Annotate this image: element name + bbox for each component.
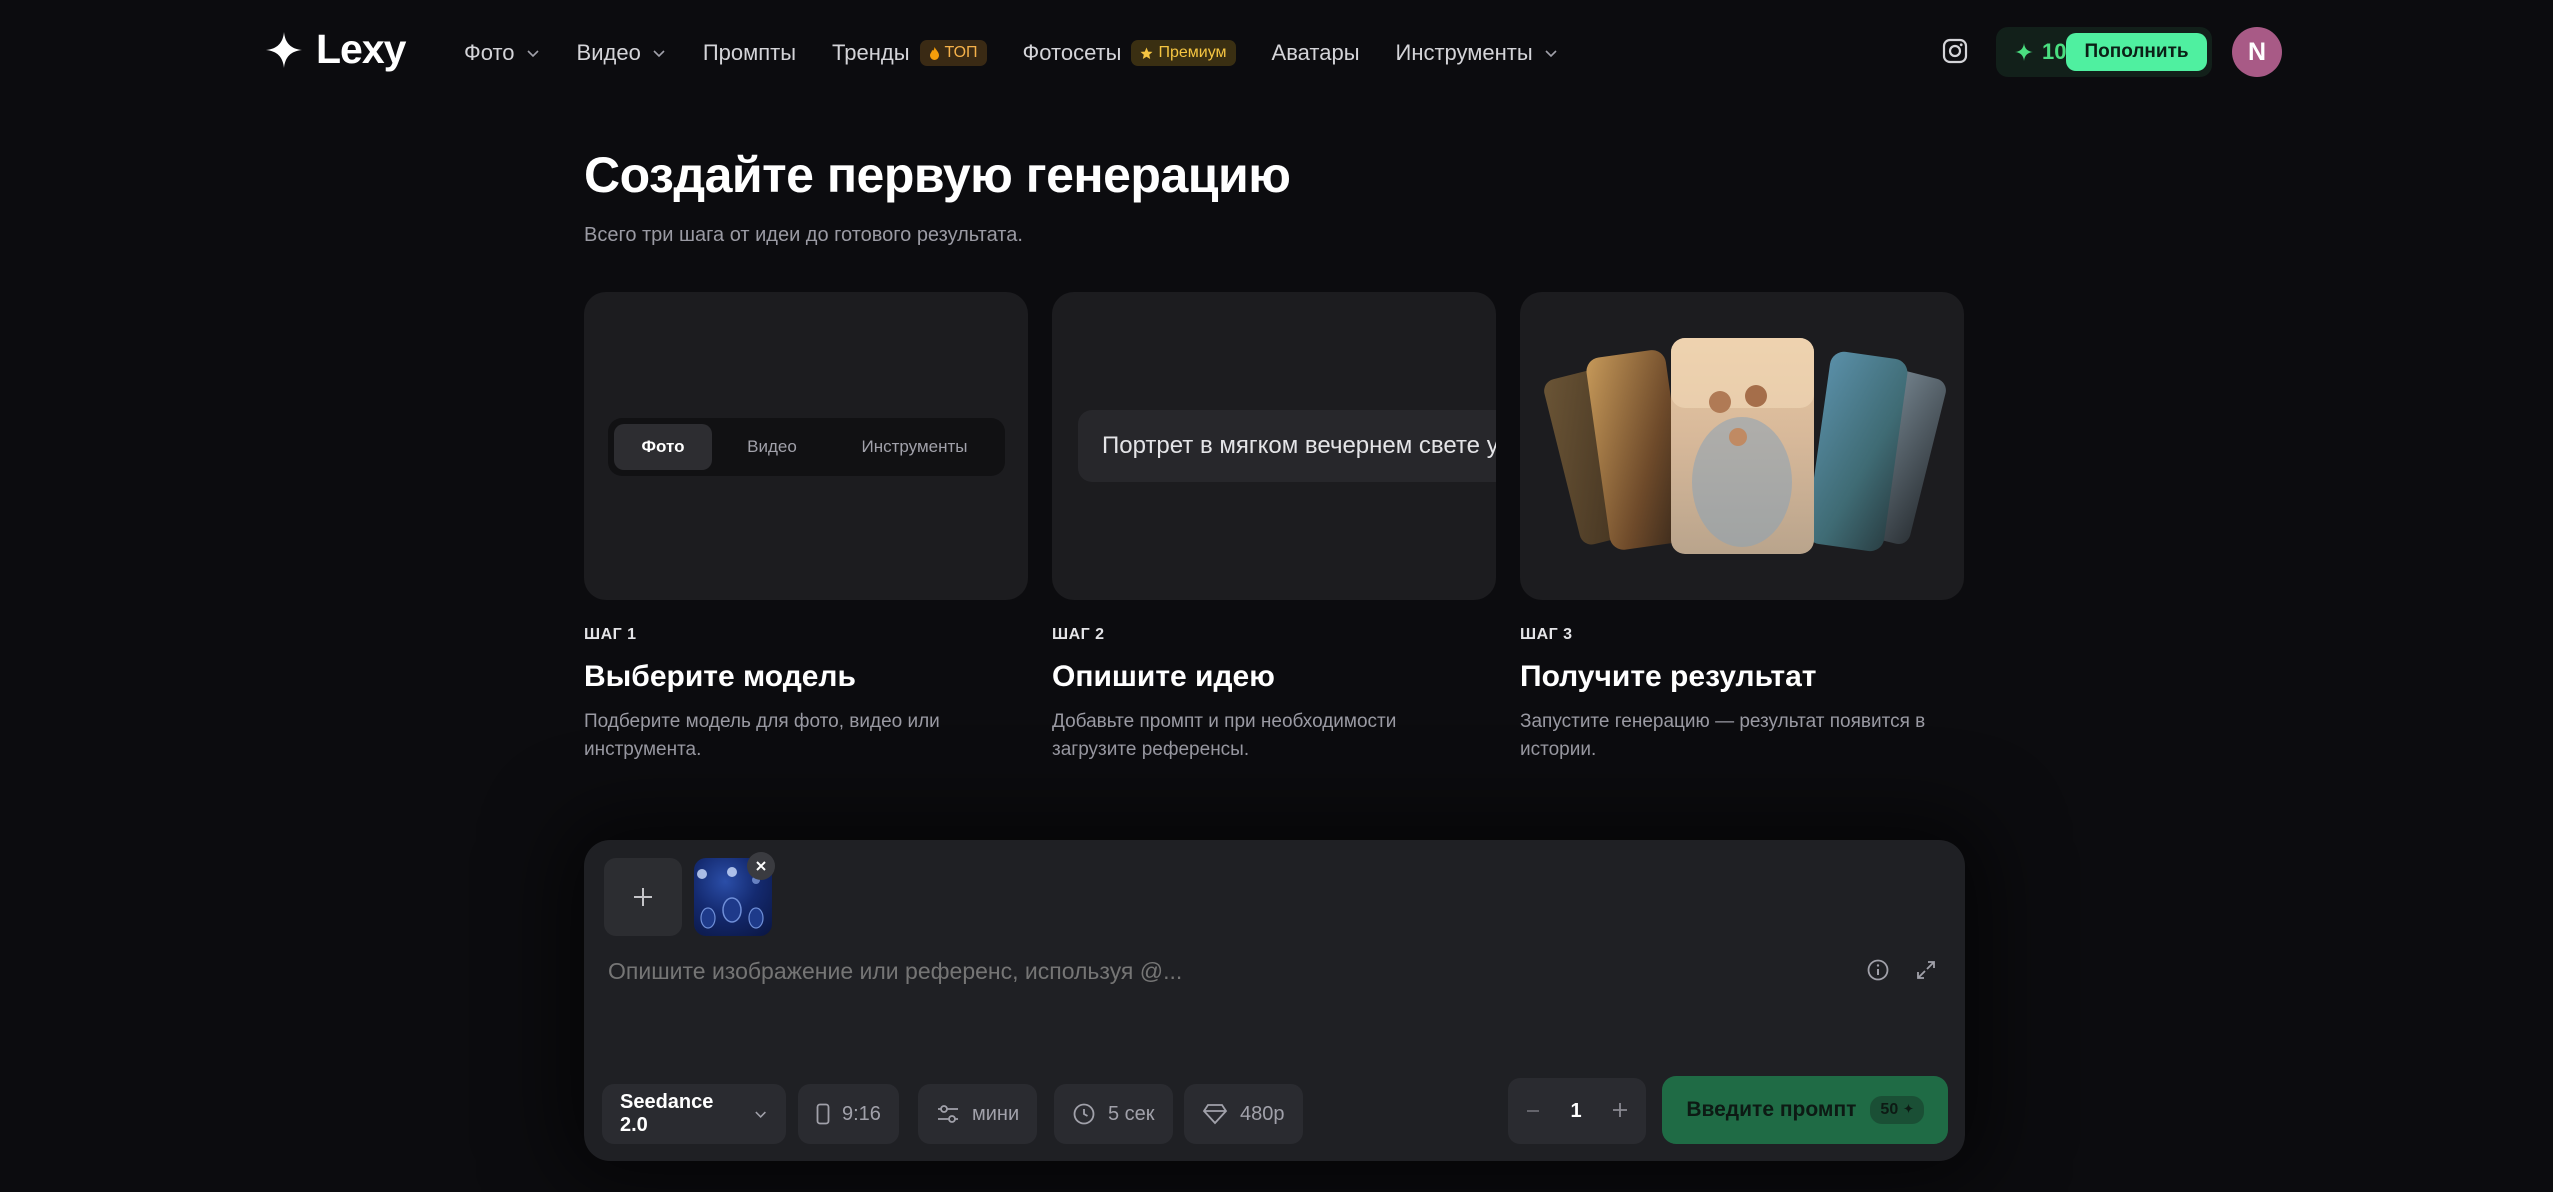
add-reference-button[interactable] [604,858,682,936]
sparkle-icon [266,31,302,68]
fire-icon [929,46,939,60]
page-subtitle: Всего три шага от идеи до готового резул… [584,224,1023,246]
nav-tools-label: Инструменты [1395,40,1533,65]
step-3-label: ШАГ 3 [1520,626,1573,643]
logo[interactable]: Lexy [264,26,406,73]
credits-widget: 10 Пополнить [1996,27,2212,77]
nav-photosets[interactable]: Фотосеты Премиум [1023,40,1236,66]
nav-video-label: Видео [576,40,641,65]
step-3-title: Получите результат [1520,660,1817,693]
diamond-icon [1202,1104,1228,1125]
nav-photosets-label: Фотосеты [1022,40,1122,65]
main-nav: Фото Видео Промпты Тренды ТОП Фотосеты П… [464,0,1595,106]
prompt-composer: Seedance 2.0 9:16 мини 5 сек 480p 1 [584,840,1965,1161]
sliders-icon [938,1105,958,1123]
generate-button[interactable]: Введите промпт 50 [1662,1076,1948,1144]
phone-icon [816,1103,830,1125]
step-2-label: ШАГ 2 [1052,626,1105,643]
clock-icon [1073,1103,1095,1125]
top-header: Lexy Фото Видео Промпты Тренды ТОП Фотос… [0,0,2553,106]
nav-tools[interactable]: Инструменты [1396,40,1559,66]
step-1-card: Фото Видео Инструменты [584,292,1028,600]
close-icon [756,861,766,871]
mode-select[interactable]: мини [918,1084,1038,1144]
generate-button-label: Введите промпт [1686,1098,1857,1121]
step-2-desc: Добавьте промпт и при необходимости загр… [1052,711,1397,760]
step-2-title: Опишите идею [1052,660,1275,693]
avatar[interactable]: N [2232,27,2282,77]
segment-tools[interactable]: Инструменты [832,424,997,470]
top-badge-label: ТОП [944,44,978,61]
prompt-input[interactable] [608,958,1808,985]
mode-label: мини [972,1102,1020,1125]
nav-trends[interactable]: Тренды ТОП [832,40,987,66]
aspect-ratio-label: 9:16 [842,1102,881,1125]
sparkle-icon [2015,43,2033,61]
increment-button[interactable] [1612,1097,1628,1125]
nav-photo[interactable]: Фото [464,40,541,66]
topup-button[interactable]: Пополнить [2066,33,2207,71]
credits-balance: 10 [2014,39,2066,65]
cost-badge: 50 [1870,1096,1924,1124]
brand-name: Lexy [316,26,406,72]
sparkle-icon [1903,1103,1914,1114]
result-photos-fan [1544,338,1946,554]
minus-icon [1527,1110,1539,1112]
nav-prompts-label: Промпты [702,40,797,65]
chevron-down-icon [526,50,539,58]
resolution-label: 480p [1240,1102,1285,1125]
expand-icon[interactable] [1914,958,1938,982]
premium-badge-label: Премиум [1158,44,1227,61]
step-3-desc: Запустите генерацию — результат появится… [1520,711,1926,760]
nav-photo-label: Фото [464,40,515,65]
step-1-desc: Подберите модель для фото, видео или инс… [584,711,940,760]
model-type-switch: Фото Видео Инструменты [608,418,1005,476]
top-badge: ТОП [919,40,987,66]
model-select-label: Seedance 2.0 [620,1091,714,1136]
credits-count: 10 [2042,39,2067,64]
aspect-ratio-select[interactable]: 9:16 [798,1084,899,1144]
instagram-icon[interactable] [1941,37,1969,65]
nav-video[interactable]: Видео [577,40,667,66]
duration-select[interactable]: 5 сек [1054,1084,1173,1144]
decrement-button[interactable] [1526,1097,1540,1125]
plus-icon [1613,1103,1627,1117]
page-title: Создайте первую генерацию [584,147,1291,203]
resolution-select[interactable]: 480p [1184,1084,1303,1144]
example-prompt: Портрет в мягком вечернем свете у [1078,410,1496,482]
star-icon [1140,47,1153,59]
segment-photo[interactable]: Фото [614,424,712,470]
premium-badge: Премиум [1131,40,1236,66]
quantity-value: 1 [1570,1099,1582,1122]
step-2-card: Портрет в мягком вечернем свете у [1052,292,1496,600]
plus-icon [634,888,652,906]
info-icon[interactable] [1866,958,1890,982]
chevron-down-icon [755,1111,766,1118]
nav-avatars-label: Аватары [1271,40,1360,65]
chevron-down-icon [1545,50,1557,58]
remove-reference-button[interactable] [747,852,775,880]
duration-label: 5 сек [1108,1102,1155,1125]
step-1-label: ШАГ 1 [584,626,637,643]
chevron-down-icon [653,50,665,58]
step-3-card [1520,292,1964,600]
nav-avatars[interactable]: Аватары [1272,40,1360,66]
segment-video[interactable]: Видео [712,424,832,470]
model-select[interactable]: Seedance 2.0 [602,1084,786,1144]
nav-prompts[interactable]: Промпты [703,40,796,66]
step-1-title: Выберите модель [584,660,856,693]
nav-trends-label: Тренды [832,40,910,65]
cost-value: 50 [1880,1101,1899,1118]
quantity-stepper: 1 [1508,1078,1646,1144]
